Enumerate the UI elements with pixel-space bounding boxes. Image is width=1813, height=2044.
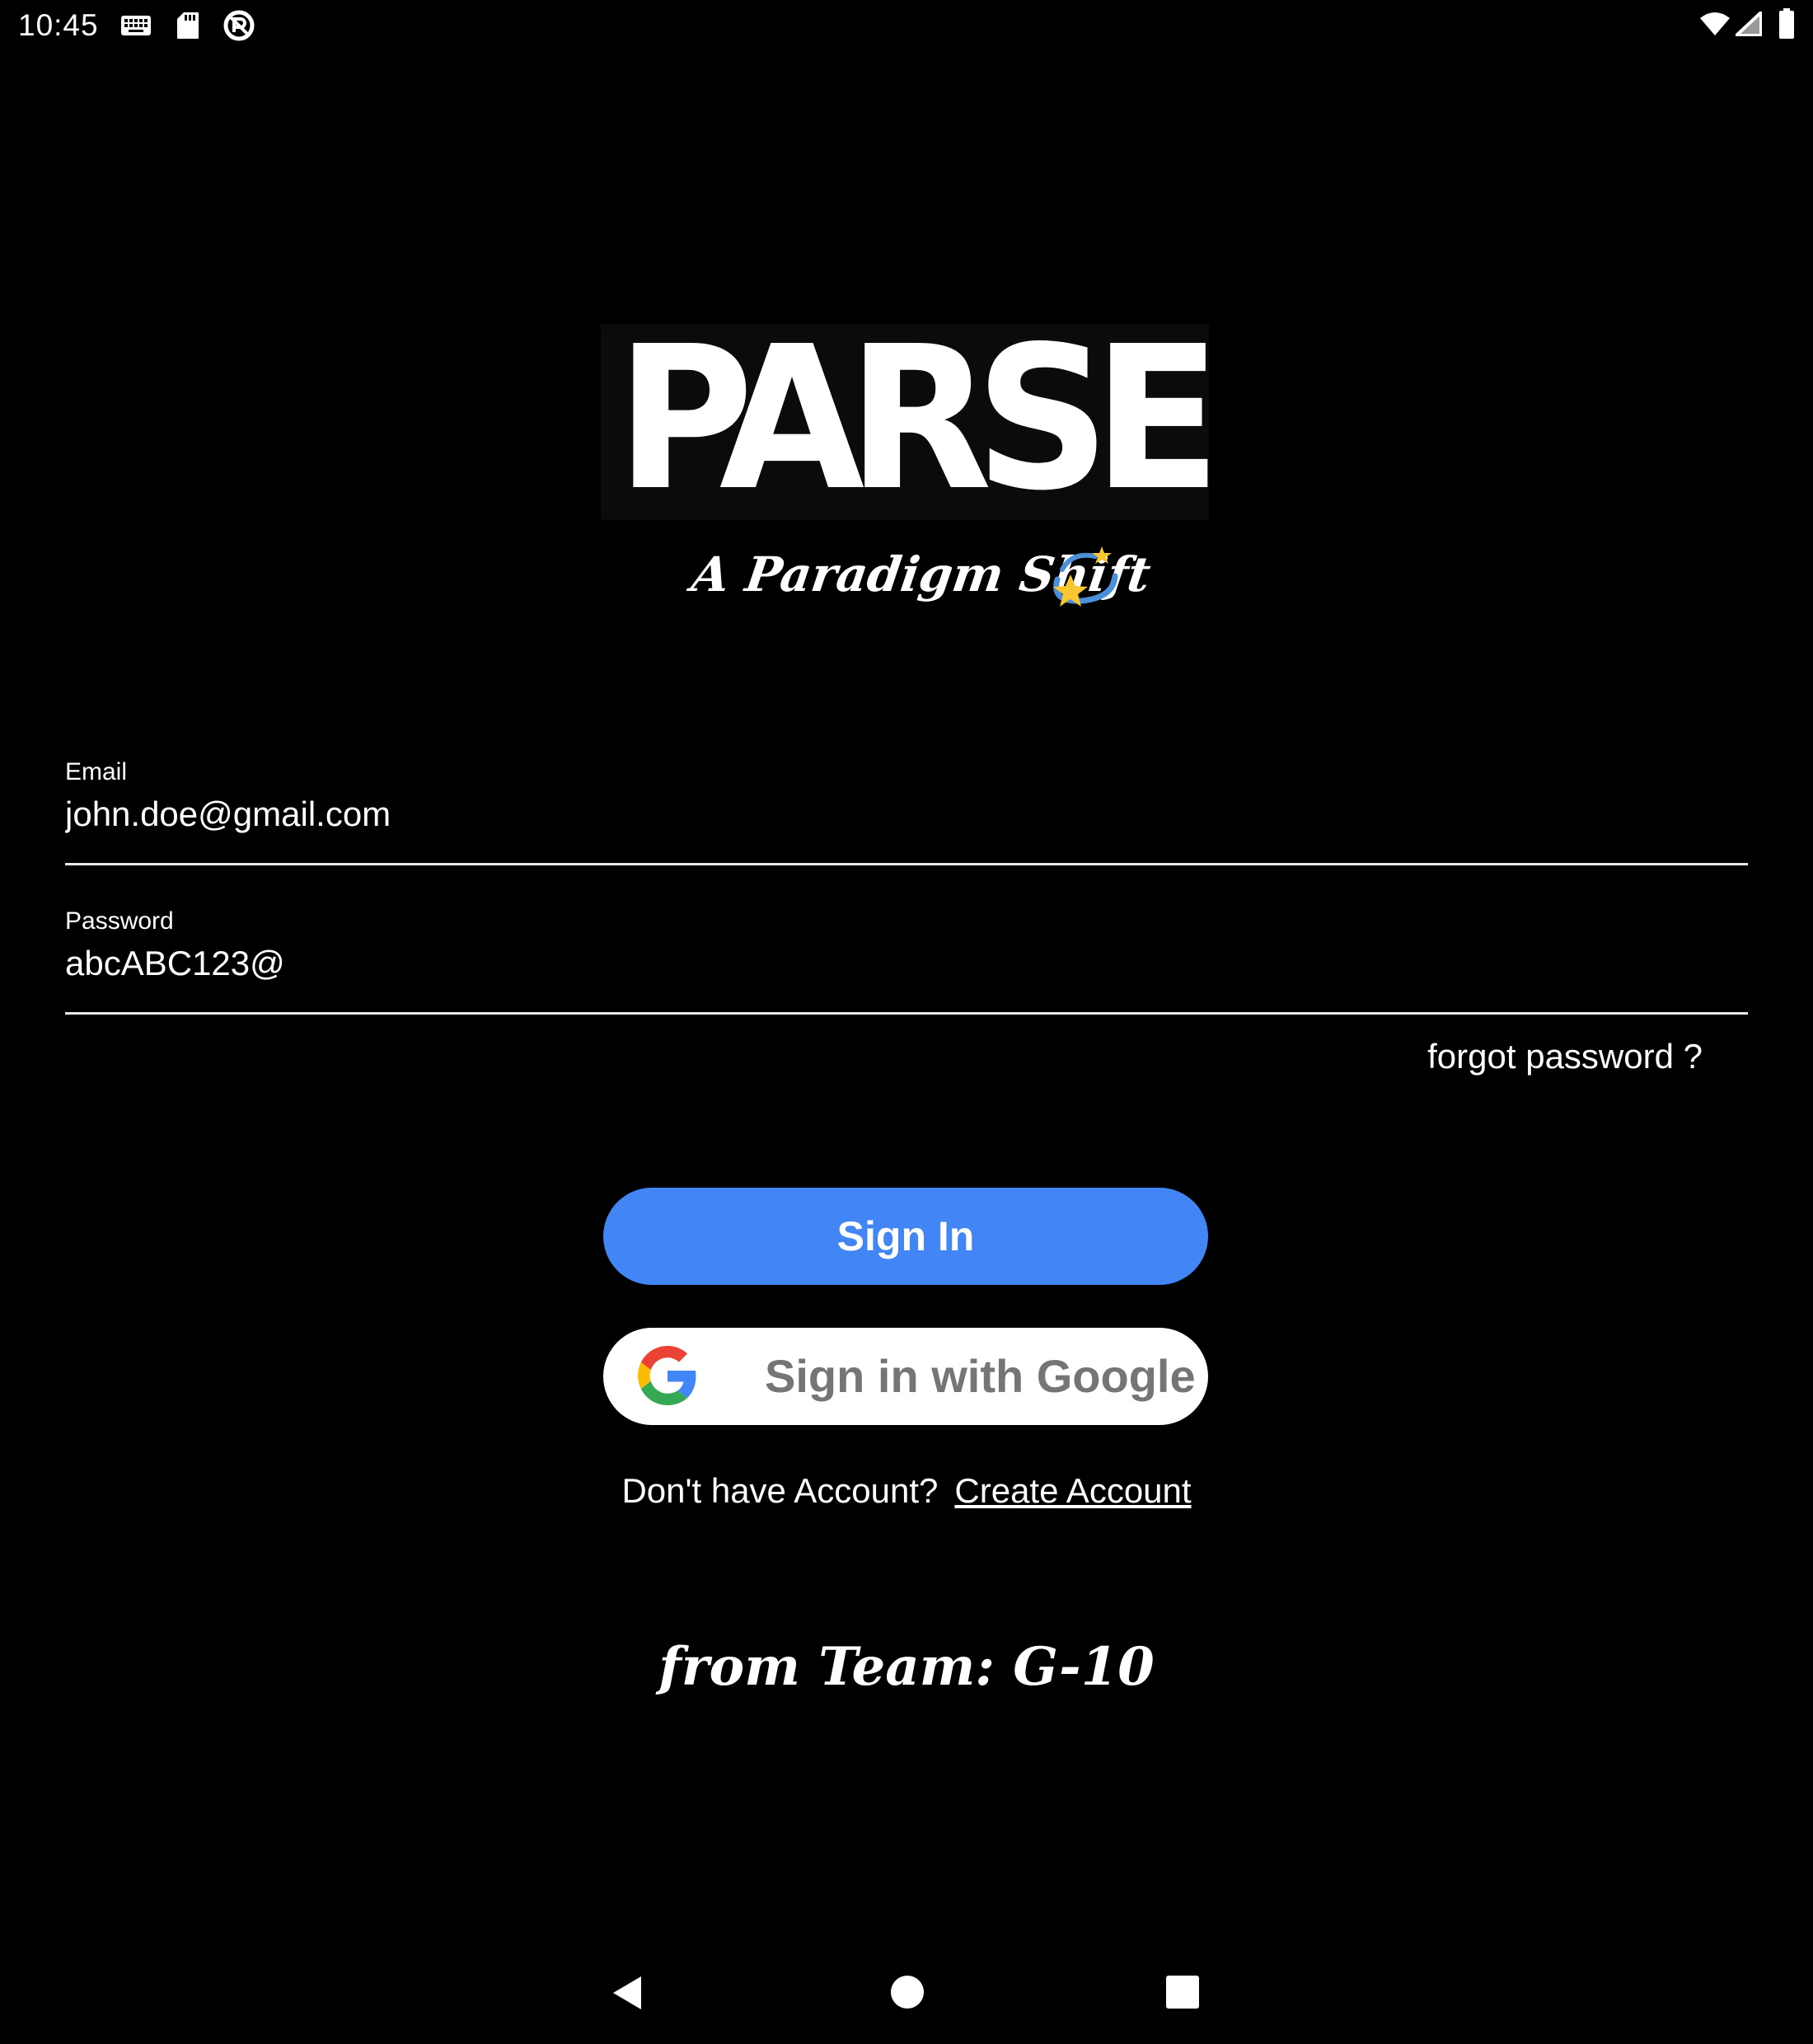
forgot-password-link[interactable]: forgot password ?: [1427, 1037, 1703, 1076]
password-input[interactable]: [65, 939, 1748, 988]
back-icon[interactable]: [610, 1975, 646, 2015]
team-credit: from Team: G-10: [658, 1636, 1155, 1698]
recents-icon[interactable]: [1166, 1976, 1199, 2013]
email-label: Email: [65, 758, 128, 785]
parsec-logo: PARSEC: [601, 324, 1209, 520]
wifi-icon: [1699, 12, 1731, 40]
password-label: Password: [65, 907, 174, 935]
tagline: A Paradigm Shift: [688, 540, 1154, 622]
sd-card-icon: [176, 12, 199, 44]
create-account-link[interactable]: Create Account: [954, 1471, 1191, 1510]
status-time: 10:45: [18, 8, 99, 42]
email-field: Email: [65, 758, 1748, 865]
google-sign-in-label: Sign in with Google: [765, 1350, 1196, 1402]
create-account-row: Don't have Account? Create Account: [0, 1471, 1813, 1511]
no-account-prompt: Don't have Account?: [621, 1471, 939, 1510]
sign-in-button[interactable]: Sign In: [603, 1188, 1208, 1285]
password-field: Password: [65, 907, 1748, 1015]
no-location-icon: [223, 9, 255, 46]
status-bar: 10:45: [0, 0, 1813, 53]
dizzy-star-emoji-icon: [1042, 545, 1122, 615]
home-icon[interactable]: [890, 1975, 925, 2014]
battery-icon: [1778, 8, 1795, 44]
keyboard-icon: [120, 15, 152, 40]
signal-icon: [1735, 11, 1763, 40]
sign-in-label: Sign In: [836, 1213, 975, 1259]
logo-wordmark: PARSEC: [616, 324, 1209, 520]
email-input[interactable]: [65, 790, 1748, 839]
password-underline: [65, 1012, 1748, 1015]
google-g-icon: [638, 1346, 697, 1409]
google-sign-in-button[interactable]: Sign in with Google: [603, 1328, 1208, 1425]
email-underline: [65, 863, 1748, 865]
